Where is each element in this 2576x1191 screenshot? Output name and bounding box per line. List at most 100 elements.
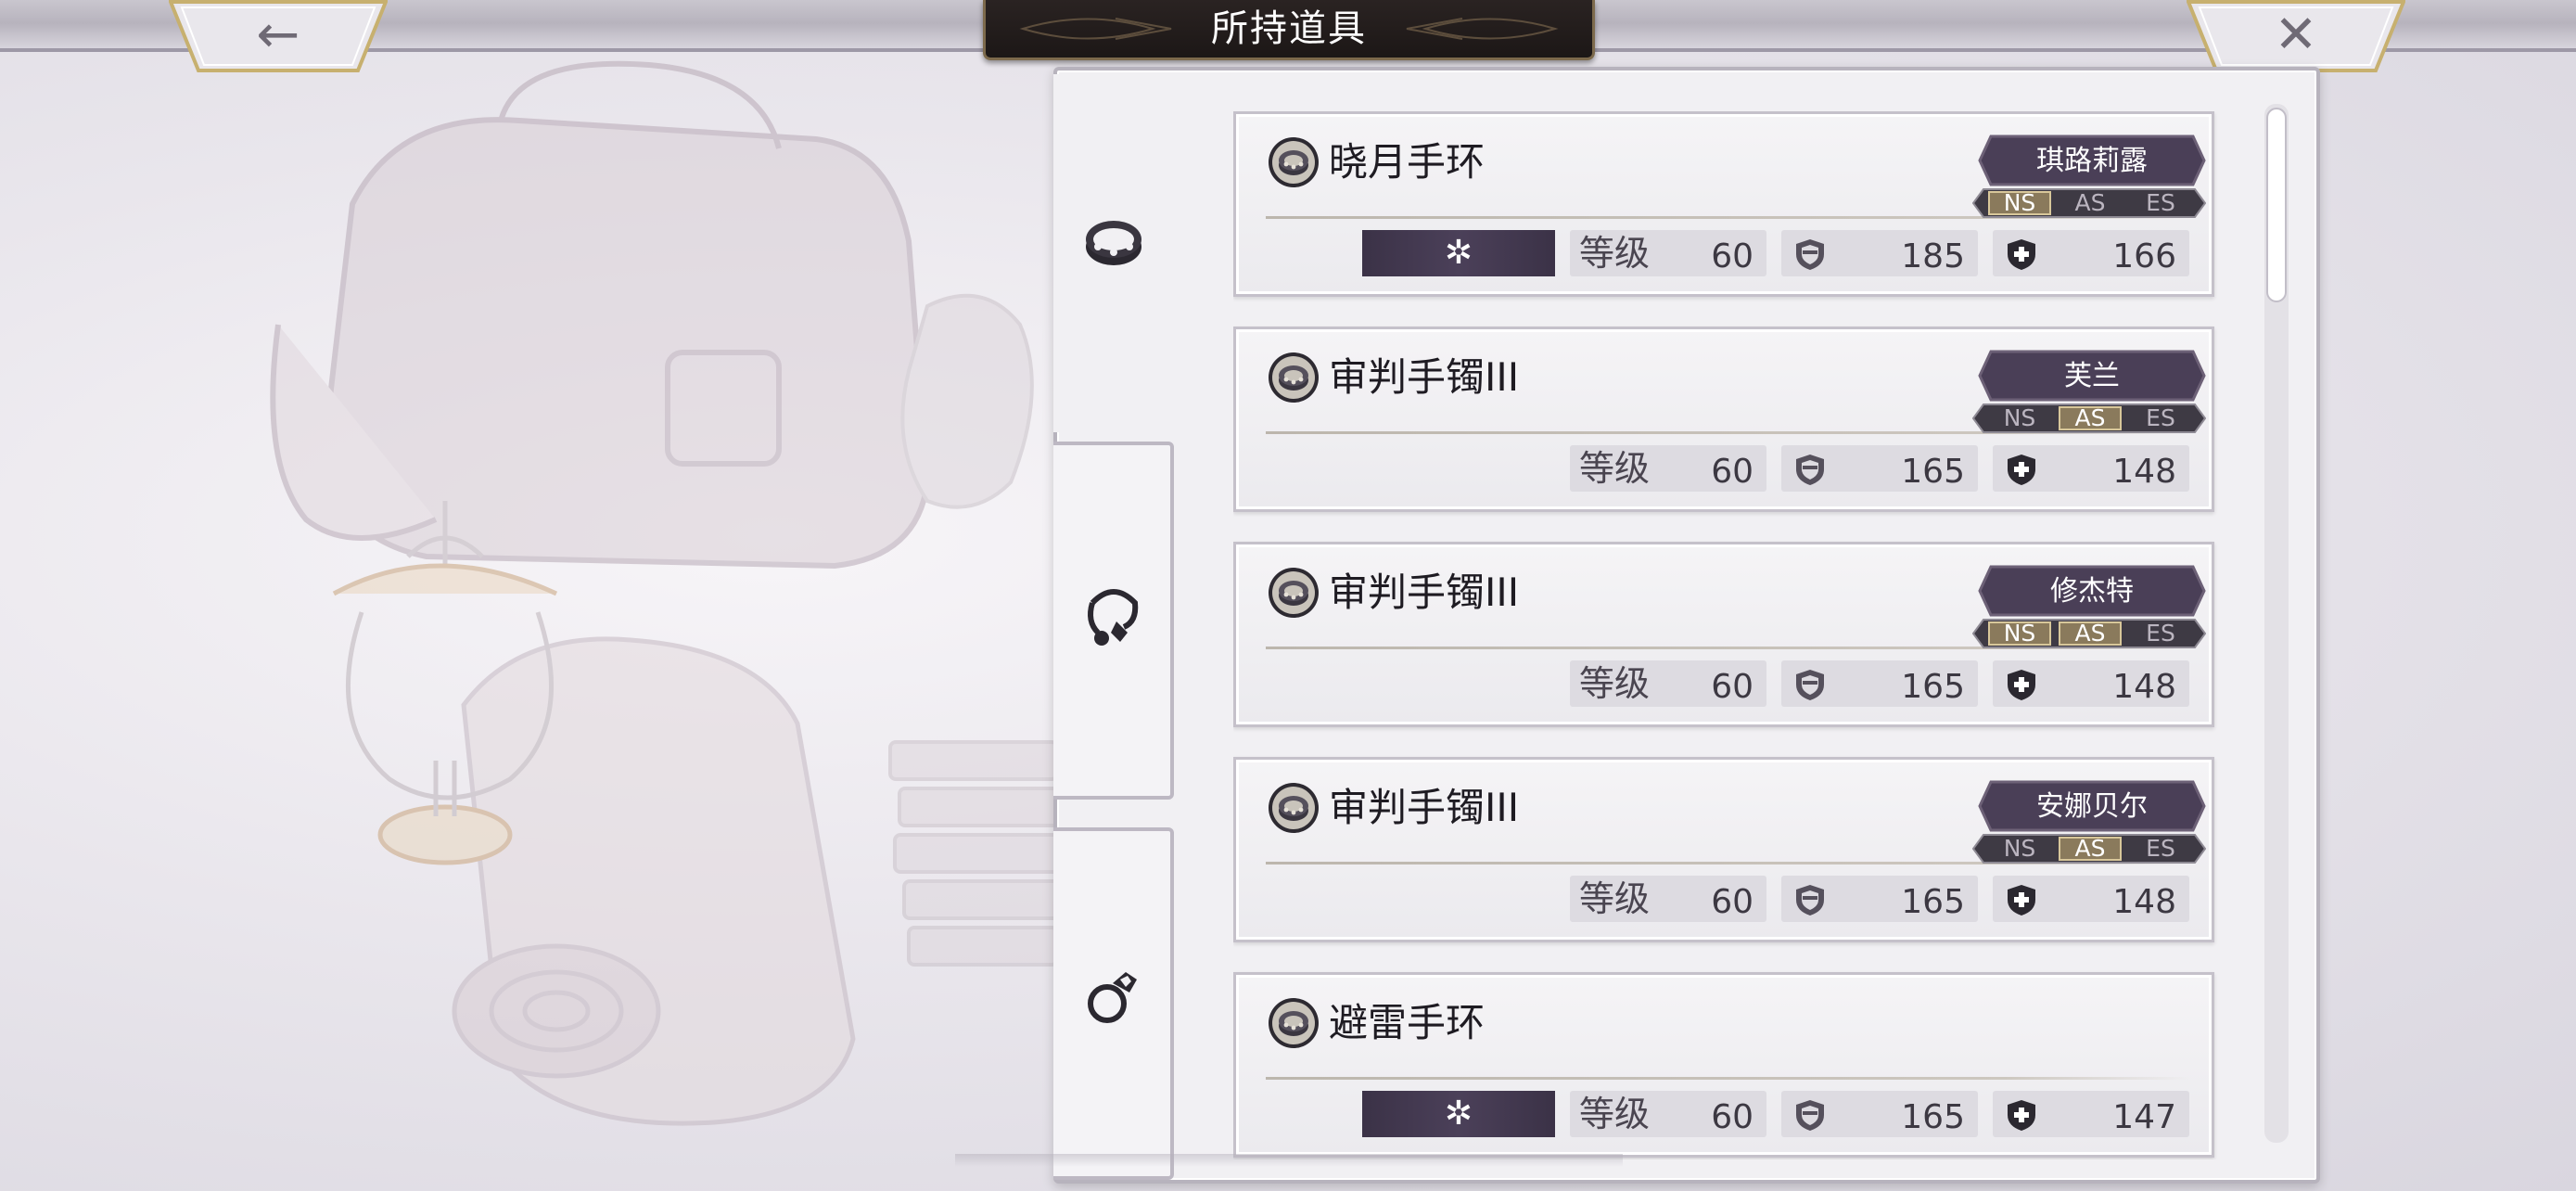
item-name: 避雷手环 xyxy=(1329,1000,1486,1045)
necklace-icon xyxy=(1079,584,1148,653)
back-button[interactable]: ← xyxy=(169,0,388,74)
level-stat: 等级 60 xyxy=(1570,445,1766,492)
defense-value: 185 xyxy=(1901,237,1965,275)
card-divider xyxy=(1266,1077,2189,1080)
level-label: 等级 xyxy=(1579,1094,1651,1134)
bracelet-item-icon xyxy=(1268,136,1320,188)
defense-shield-icon xyxy=(1796,670,1824,700)
class-compatibility-bar: NS AS ES xyxy=(1972,403,2206,433)
defense-shield-icon xyxy=(1796,239,1824,270)
level-label: 等级 xyxy=(1579,663,1651,704)
resist-shield-icon xyxy=(2008,885,2035,916)
ring-icon xyxy=(1079,961,1148,1030)
item-card[interactable]: 避雷手环 ✲ 等级 60 165 147 xyxy=(1233,972,2214,1158)
resist-value: 166 xyxy=(2112,237,2176,275)
equipped-character-tag: 修杰特 xyxy=(1978,565,2206,617)
special-effect-badge: ✲ xyxy=(1362,1091,1555,1137)
special-effect-badge: ✲ xyxy=(1362,230,1555,276)
class-ns-indicator: NS xyxy=(2003,620,2036,647)
close-button[interactable]: ✕ xyxy=(2187,0,2405,74)
item-list[interactable]: 晓月手环 琪路莉露 NS AS ES ✲ 等级 60 185 166 审判手镯III 芙兰 NS AS ES… xyxy=(1233,111,2220,1159)
item-card[interactable]: 审判手镯III 修杰特 NS AS ES 等级 60 165 148 xyxy=(1233,542,2214,727)
defense-shield-icon xyxy=(1796,1100,1824,1131)
level-value: 60 xyxy=(1711,237,1753,275)
item-name: 审判手镯III xyxy=(1329,785,1520,830)
item-name: 审判手镯III xyxy=(1329,354,1520,400)
bracelet-item-icon xyxy=(1268,997,1320,1049)
defense-shield-icon xyxy=(1796,885,1824,916)
resist-stat: 148 xyxy=(1993,876,2189,922)
resist-value: 148 xyxy=(2112,883,2176,921)
defense-value: 165 xyxy=(1901,453,1965,491)
character-name: 修杰特 xyxy=(2050,575,2134,608)
resist-value: 148 xyxy=(2112,453,2176,491)
resist-shield-icon xyxy=(2008,670,2035,700)
class-ns-indicator: NS xyxy=(2003,189,2036,216)
equipped-character-tag: 安娜贝尔 xyxy=(1978,780,2206,832)
defense-value: 165 xyxy=(1901,883,1965,921)
item-card[interactable]: 晓月手环 琪路莉露 NS AS ES ✲ 等级 60 185 166 xyxy=(1233,111,2214,297)
defense-value: 165 xyxy=(1901,1098,1965,1136)
item-card[interactable]: 审判手镯III 安娜贝尔 NS AS ES 等级 60 165 148 xyxy=(1233,757,2214,942)
class-as-indicator: AS xyxy=(2074,620,2106,647)
level-value: 60 xyxy=(1711,1098,1753,1136)
defense-stat: 165 xyxy=(1781,1091,1978,1137)
class-ns-indicator: NS xyxy=(2003,404,2036,431)
class-es-indicator: ES xyxy=(2146,835,2175,862)
equipped-character-tag: 琪路莉露 xyxy=(1978,134,2206,186)
resist-shield-icon xyxy=(2008,1100,2035,1131)
inventory-background-art xyxy=(270,60,1068,1126)
class-es-indicator: ES xyxy=(2146,189,2175,216)
resist-value: 148 xyxy=(2112,668,2176,706)
resist-stat: 148 xyxy=(1993,445,2189,492)
defense-stat: 165 xyxy=(1781,660,1978,707)
class-as-indicator: AS xyxy=(2074,404,2106,431)
defense-stat: 165 xyxy=(1781,445,1978,492)
bottom-shade xyxy=(955,1154,1623,1167)
equipped-character-tag: 芙兰 xyxy=(1978,350,2206,402)
title-plate: 所持道具 xyxy=(983,0,1595,60)
level-stat: 等级 60 xyxy=(1570,230,1766,276)
bracelet-item-icon xyxy=(1268,567,1320,619)
class-es-indicator: ES xyxy=(2146,404,2175,431)
item-name: 晓月手环 xyxy=(1329,139,1486,185)
item-card[interactable]: 审判手镯III 芙兰 NS AS ES 等级 60 165 148 xyxy=(1233,327,2214,512)
level-stat: 等级 60 xyxy=(1570,876,1766,922)
sparkle-icon: ✲ xyxy=(1444,1095,1473,1133)
level-value: 60 xyxy=(1711,883,1753,921)
character-name: 琪路莉露 xyxy=(2036,145,2148,177)
tab-necklace[interactable] xyxy=(1053,442,1174,800)
character-name: 芙兰 xyxy=(2064,360,2120,392)
level-value: 60 xyxy=(1711,453,1753,491)
arrow-left-icon: ← xyxy=(256,5,300,65)
tab-ring[interactable] xyxy=(1053,827,1174,1180)
level-stat: 等级 60 xyxy=(1570,1091,1766,1137)
item-name: 审判手镯III xyxy=(1329,570,1520,615)
resist-stat: 166 xyxy=(1993,230,2189,276)
level-label: 等级 xyxy=(1579,878,1651,919)
class-ns-indicator: NS xyxy=(2003,835,2036,862)
bracelet-icon xyxy=(1079,210,1148,278)
bracelet-item-icon xyxy=(1268,352,1320,403)
class-compatibility-bar: NS AS ES xyxy=(1972,834,2206,864)
resist-shield-icon xyxy=(2008,239,2035,270)
class-es-indicator: ES xyxy=(2146,620,2175,647)
scrollbar-thumb[interactable] xyxy=(2266,108,2287,302)
defense-value: 165 xyxy=(1901,668,1965,706)
bracelet-item-icon xyxy=(1268,782,1320,834)
defense-stat: 165 xyxy=(1781,876,1978,922)
class-compatibility-bar: NS AS ES xyxy=(1972,619,2206,648)
level-stat: 等级 60 xyxy=(1570,660,1766,707)
class-as-indicator: AS xyxy=(2074,189,2106,216)
sparkle-icon: ✲ xyxy=(1444,234,1473,272)
tab-bracelet[interactable] xyxy=(1053,74,1174,432)
resist-stat: 148 xyxy=(1993,660,2189,707)
class-compatibility-bar: NS AS ES xyxy=(1972,188,2206,218)
resist-value: 147 xyxy=(2112,1098,2176,1136)
defense-shield-icon xyxy=(1796,455,1824,485)
page-title: 所持道具 xyxy=(1211,7,1367,50)
defense-stat: 185 xyxy=(1781,230,1978,276)
level-label: 等级 xyxy=(1579,448,1651,489)
resist-shield-icon xyxy=(2008,455,2035,485)
close-x-icon: ✕ xyxy=(2274,5,2318,65)
